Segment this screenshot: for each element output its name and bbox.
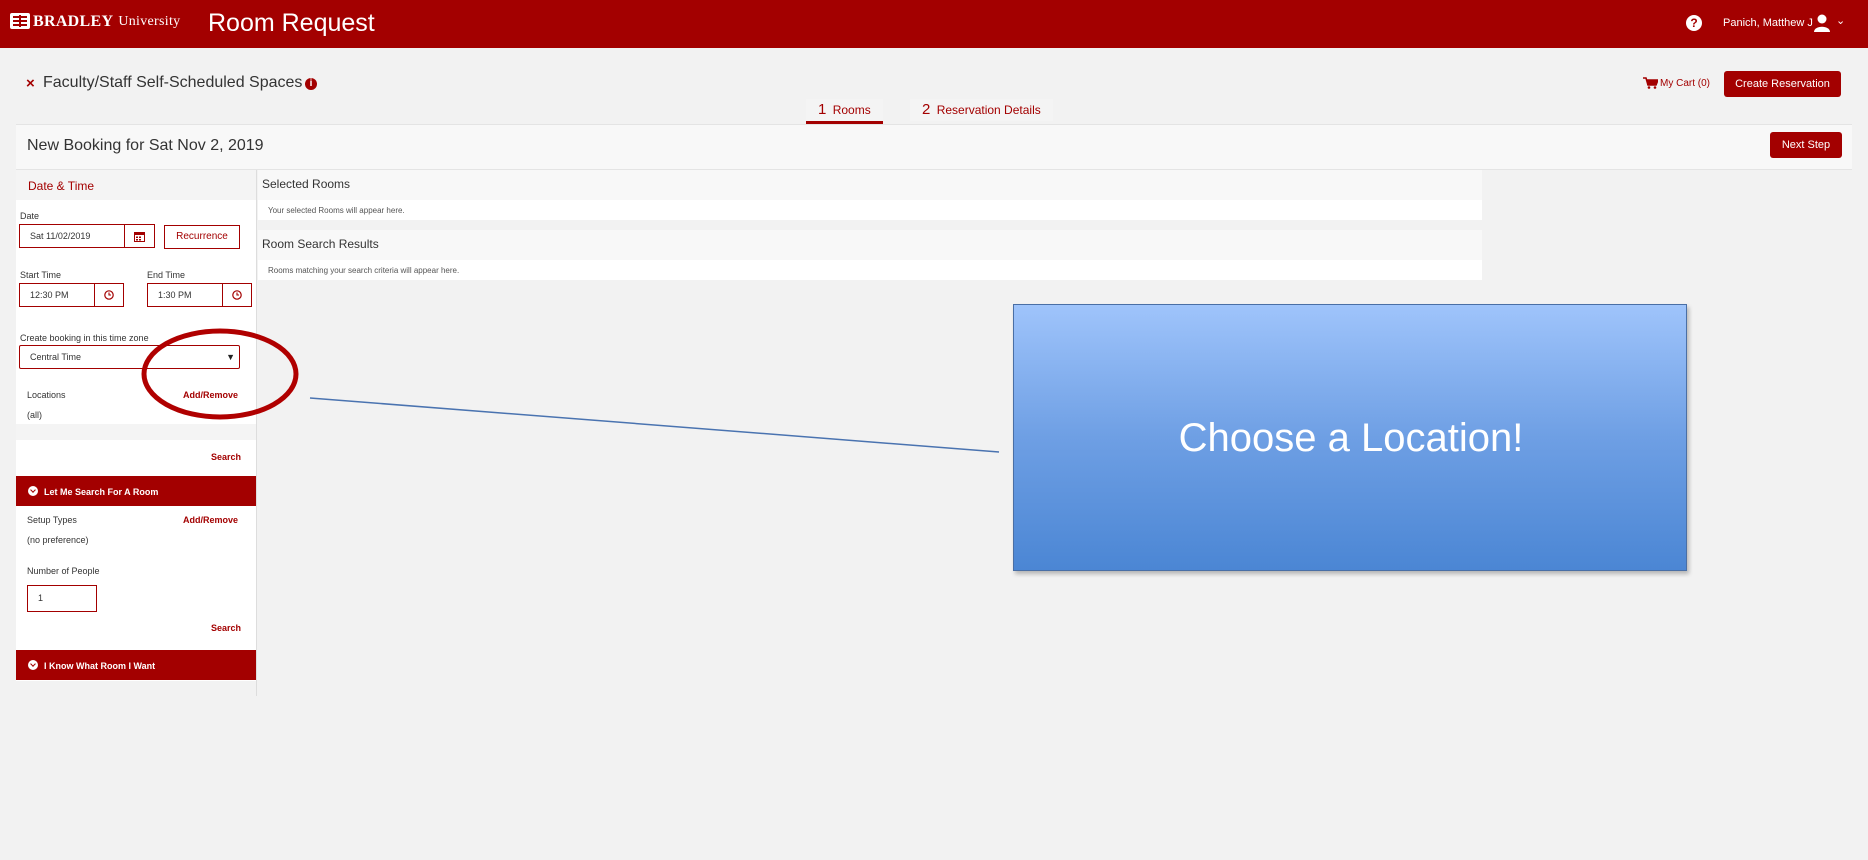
date-label: Date xyxy=(20,211,40,221)
number-of-people-label: Number of People xyxy=(27,566,100,576)
locations-divider xyxy=(16,424,256,440)
start-time-input[interactable]: 12:30 PM xyxy=(19,283,95,307)
cart-icon xyxy=(1643,77,1658,89)
recurrence-button[interactable]: Recurrence xyxy=(164,225,240,249)
cart-label: My Cart (0) xyxy=(1660,77,1710,89)
setup-types-label: Setup Types xyxy=(27,515,77,525)
chevron-circle-icon xyxy=(28,660,38,670)
selected-rooms-title: Selected Rooms xyxy=(262,177,351,191)
locations-value: (all) xyxy=(27,410,42,420)
let-me-search-label: Let Me Search For A Room xyxy=(44,487,159,497)
panel-divider xyxy=(256,170,257,696)
setup-types-value: (no preference) xyxy=(27,535,89,545)
tab-rooms-label: Rooms xyxy=(832,103,871,117)
room-search-results-empty: Rooms matching your search criteria will… xyxy=(268,266,460,275)
start-time-clock-button[interactable] xyxy=(95,283,124,307)
let-me-search-section[interactable]: Let Me Search For A Room xyxy=(16,476,256,506)
caret-down-icon: ▼ xyxy=(226,352,235,362)
app-title: Room Request xyxy=(208,9,375,37)
clock-icon xyxy=(232,290,242,300)
time-zone-select[interactable]: Central Time ▼ xyxy=(19,345,240,369)
setup-types-add-remove-link[interactable]: Add/Remove xyxy=(183,515,238,525)
number-of-people-input[interactable]: 1 xyxy=(27,585,97,612)
time-zone-label: Create booking in this time zone xyxy=(20,333,149,343)
annotation-pointer-line xyxy=(309,397,1000,453)
tab-reservation-details-label: Reservation Details xyxy=(936,103,1041,117)
create-reservation-button[interactable]: Create Reservation xyxy=(1724,71,1841,97)
info-icon[interactable]: i xyxy=(305,78,317,90)
bradley-logo-icon xyxy=(10,12,30,32)
user-icon[interactable] xyxy=(1813,13,1831,33)
end-time-clock-button[interactable] xyxy=(223,283,252,307)
calendar-button[interactable] xyxy=(125,224,155,248)
booking-bar xyxy=(16,124,1852,170)
search-link-2[interactable]: Search xyxy=(211,623,241,633)
tab-reservation-details-number: 2 xyxy=(922,101,931,118)
callout-box: Choose a Location! xyxy=(1013,304,1687,571)
locations-label: Locations xyxy=(27,390,66,400)
selected-rooms-header: Selected Rooms xyxy=(258,170,1482,200)
start-time-label: Start Time xyxy=(20,270,62,280)
user-menu-name[interactable]: Panich, Matthew J xyxy=(1723,17,1813,29)
end-time-label: End Time xyxy=(147,270,186,280)
chevron-circle-icon xyxy=(28,486,38,496)
bradley-logo[interactable]: BRADLEY University xyxy=(10,12,180,32)
locations-add-remove-link[interactable]: Add/Remove xyxy=(183,390,238,400)
help-icon[interactable]: ? xyxy=(1686,15,1702,31)
room-search-results-title: Room Search Results xyxy=(262,237,379,251)
my-cart-link[interactable]: My Cart (0) xyxy=(1643,77,1710,89)
top-bar: BRADLEY University Room Request ? Panich… xyxy=(0,0,1868,48)
date-input[interactable]: Sat 11/02/2019 xyxy=(19,224,125,248)
booking-title: New Booking for Sat Nov 2, 2019 xyxy=(27,137,264,154)
page-title: Faculty/Staff Self-Scheduled Spaces xyxy=(43,74,303,91)
i-know-what-room-label: I Know What Room I Want xyxy=(44,661,156,671)
room-search-results-body: Rooms matching your search criteria will… xyxy=(258,260,1482,280)
selected-rooms-empty: Your selected Rooms will appear here. xyxy=(268,206,405,215)
user-menu-caret[interactable]: ⌄ xyxy=(1836,14,1845,27)
time-zone-value: Central Time xyxy=(30,352,82,362)
end-time-input[interactable]: 1:30 PM xyxy=(147,283,223,307)
close-icon[interactable]: × xyxy=(26,75,35,92)
clock-icon xyxy=(104,290,114,300)
callout-text: Choose a Location! xyxy=(1178,416,1524,460)
next-step-button[interactable]: Next Step xyxy=(1770,132,1842,158)
tab-reservation-details[interactable]: 2 Reservation Details xyxy=(910,99,1053,121)
date-time-title: Date & Time xyxy=(28,179,95,193)
search-link[interactable]: Search xyxy=(211,452,241,462)
logo-sub: University xyxy=(118,14,181,29)
i-know-what-room-section[interactable]: I Know What Room I Want xyxy=(16,650,256,680)
calendar-icon xyxy=(134,232,145,242)
date-time-header: Date & Time xyxy=(16,170,256,200)
tab-rooms-number: 1 xyxy=(818,101,827,118)
logo-name: BRADLEY xyxy=(33,13,114,30)
room-search-results-header: Room Search Results xyxy=(258,230,1482,260)
selected-rooms-body: Your selected Rooms will appear here. xyxy=(258,200,1482,220)
tab-rooms[interactable]: 1 Rooms xyxy=(806,99,883,124)
